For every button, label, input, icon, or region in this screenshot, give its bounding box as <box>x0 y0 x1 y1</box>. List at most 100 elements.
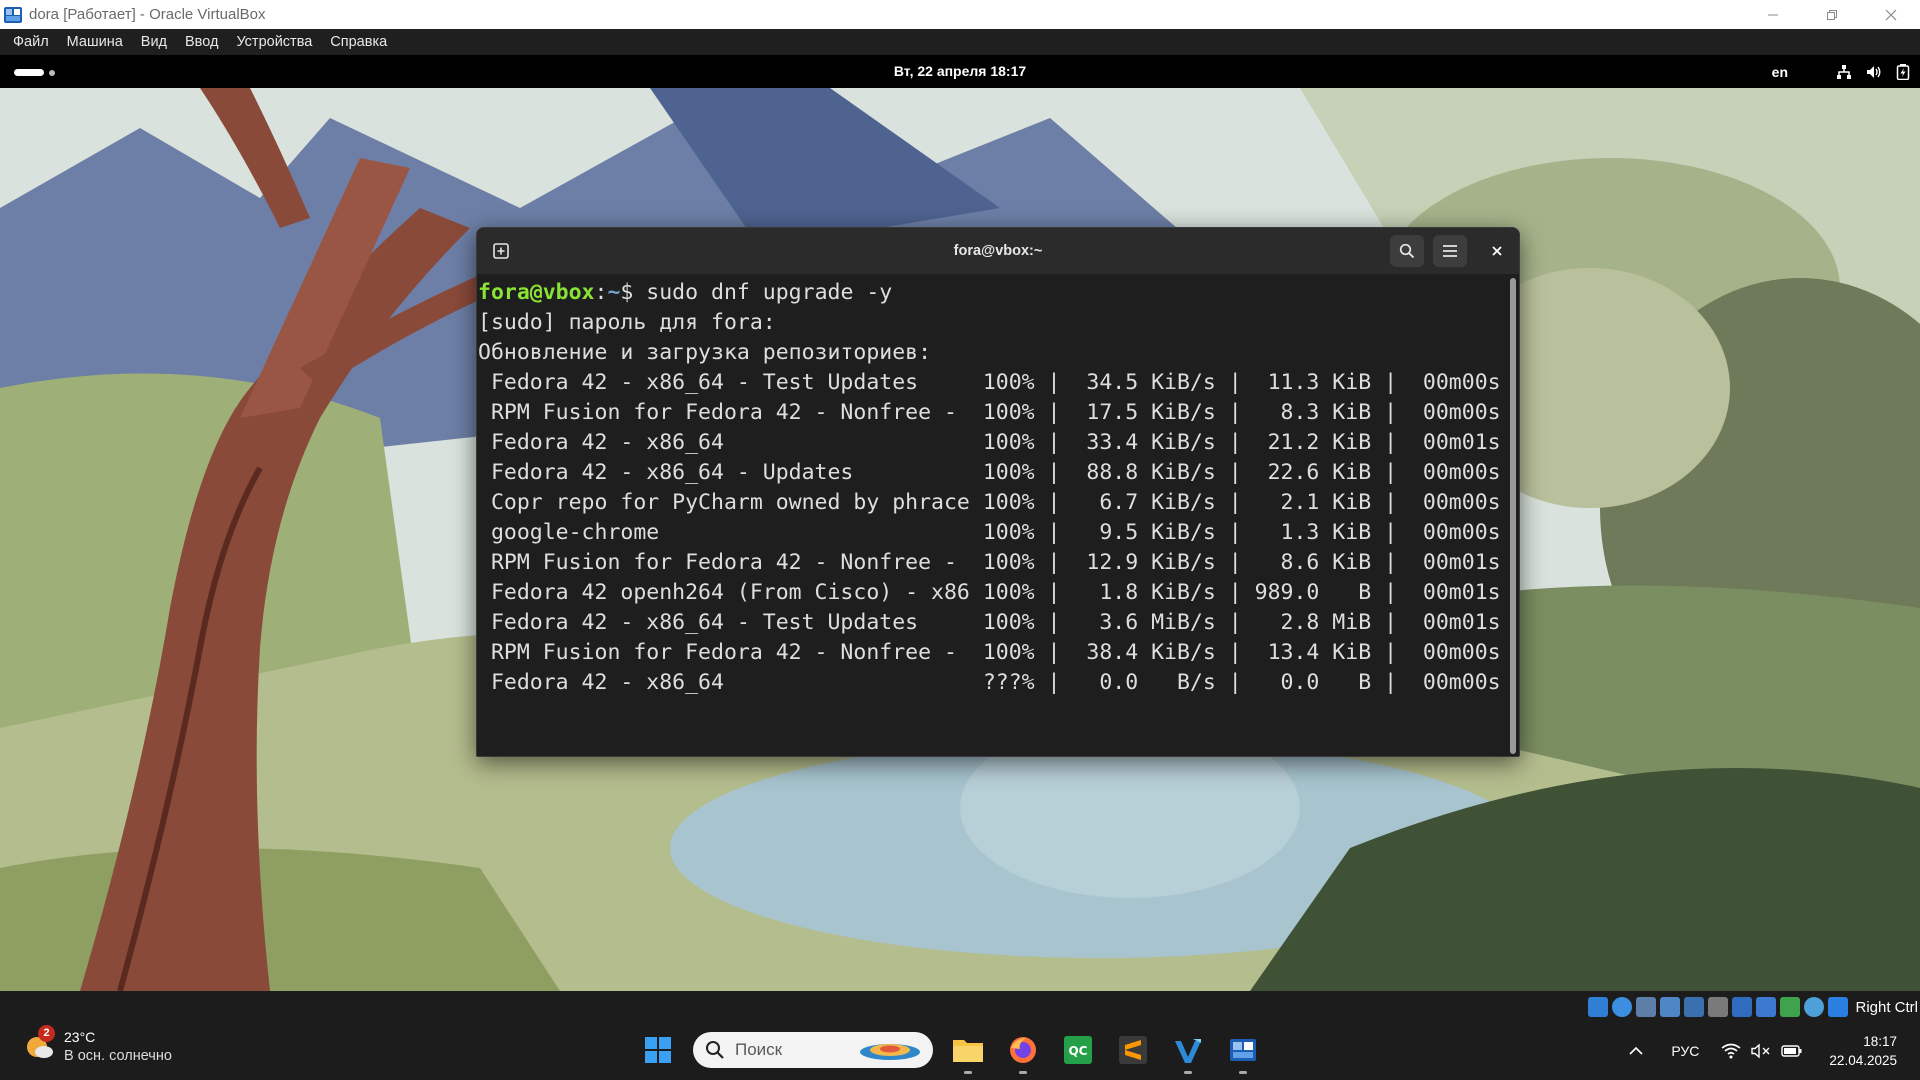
minimize-button[interactable] <box>1743 0 1802 29</box>
volume-icon <box>1867 65 1881 78</box>
prompt-user: fora@vbox <box>478 280 595 305</box>
close-button[interactable] <box>1861 0 1920 29</box>
network-adapter-icon[interactable] <box>1660 997 1681 1017</box>
recording-icon[interactable] <box>1756 997 1777 1017</box>
cpu-icon[interactable] <box>1804 997 1825 1017</box>
taskbar-firefox[interactable] <box>998 1029 1048 1074</box>
guest-display[interactable]: Вт, 22 апреля 18:17 en fora@vbox:~ fora@… <box>0 55 1920 991</box>
sublime-icon <box>1119 1036 1147 1064</box>
terminal-headerbar[interactable]: fora@vbox:~ <box>477 228 1519 274</box>
new-tab-button[interactable] <box>485 235 517 267</box>
volume-muted-icon <box>1751 1042 1770 1059</box>
virtualbox-icon <box>1230 1039 1256 1061</box>
menu-devices[interactable]: Устройства <box>227 34 321 50</box>
prompt-separator: : <box>594 280 608 305</box>
restore-button[interactable] <box>1802 0 1861 29</box>
repo-progress-line: google-chrome 100% | 9.5 KiB/s | 1.3 KiB… <box>478 520 1501 545</box>
taskbar-visual-studio[interactable] <box>1163 1029 1213 1074</box>
file-explorer-icon <box>953 1040 983 1062</box>
repo-progress-line: Fedora 42 - x86_64 ???% | 0.0 B/s | 0.0 … <box>478 670 1501 695</box>
menu-file[interactable]: Файл <box>4 34 58 50</box>
new-tab-icon <box>493 243 509 259</box>
chevron-up-icon <box>1629 1046 1643 1055</box>
audio-icon[interactable] <box>1636 997 1657 1017</box>
virtualbox-titlebar: dora [Работает] - Oracle VirtualBox <box>0 0 1920 29</box>
menu-machine[interactable]: Машина <box>58 34 132 50</box>
vbox-status-icons: Right Ctrl <box>1588 996 1920 1018</box>
start-icon <box>645 1037 671 1063</box>
menu-help[interactable]: Справка <box>321 34 396 50</box>
wifi-button[interactable] <box>1721 1043 1741 1059</box>
taskbar-virtualbox[interactable] <box>1218 1029 1268 1074</box>
display-icon[interactable] <box>1732 997 1753 1017</box>
firefox-icon <box>1010 1037 1036 1063</box>
repo-progress-line: RPM Fusion for Fedora 42 - Nonfree - 100… <box>478 400 1501 425</box>
volume-button[interactable] <box>1751 1042 1771 1059</box>
optical-drive-icon[interactable] <box>1612 997 1633 1017</box>
taskbar-date: 22.04.2025 <box>1829 1052 1897 1068</box>
wifi-icon <box>1721 1043 1741 1058</box>
qc-icon: QC <box>1064 1036 1092 1064</box>
terminal-output[interactable]: fora@vbox:~$ sudo dnf upgrade -y [sudo] п… <box>477 274 1509 698</box>
menu-view[interactable]: Вид <box>132 34 176 50</box>
taskbar-clock[interactable]: 18:17 22.04.2025 <box>1829 1032 1897 1070</box>
terminal-menu-button[interactable] <box>1433 235 1467 267</box>
running-indicator <box>1239 1071 1247 1074</box>
terminal-scrollbar[interactable] <box>1510 278 1516 754</box>
repo-progress-line: Fedora 42 openh264 (From Cisco) - x86 10… <box>478 580 1501 605</box>
running-indicator <box>1184 1071 1192 1074</box>
taskbar-qc-app[interactable]: QC <box>1053 1029 1103 1071</box>
prompt-symbol: $ <box>620 280 647 305</box>
battery-icon <box>1781 1044 1802 1057</box>
weather-widget[interactable]: 2 23°C В осн. солнечно <box>24 1024 172 1064</box>
virtualbox-statusbar: Right Ctrl <box>0 991 1920 1021</box>
shared-folders-icon[interactable] <box>1708 997 1729 1017</box>
window-controls <box>1743 0 1920 29</box>
hamburger-menu-icon <box>1443 245 1457 257</box>
taskbar-sublime[interactable] <box>1108 1029 1158 1071</box>
repo-progress-line: Fedora 42 - x86_64 - Updates 100% | 88.8… <box>478 460 1501 485</box>
taskbar-time: 18:17 <box>1863 1033 1897 1049</box>
hard-disk-icon[interactable] <box>1588 997 1609 1017</box>
output-line: Обновление и загрузка репозиториев: <box>478 340 932 365</box>
system-tray[interactable]: en <box>1772 55 1910 88</box>
keyboard-layout[interactable]: en <box>1772 64 1788 80</box>
weather-description: В осн. солнечно <box>64 1048 172 1064</box>
repo-progress-line: Fedora 42 - x86_64 - Test Updates 100% |… <box>478 610 1501 635</box>
restore-icon <box>1826 9 1837 20</box>
repo-progress-line: Copr repo for PyCharm owned by phrace 10… <box>478 490 1501 515</box>
search-placeholder: Поиск <box>735 1040 783 1059</box>
guest-additions-icon[interactable] <box>1780 997 1801 1017</box>
virtualbox-app-icon[interactable] <box>3 5 23 25</box>
gnome-topbar: Вт, 22 апреля 18:17 en <box>0 55 1920 88</box>
topbar-clock[interactable]: Вт, 22 апреля 18:17 <box>0 63 1920 79</box>
input-language[interactable]: РУС <box>1671 1043 1699 1059</box>
weather-badge: 2 <box>38 1024 55 1042</box>
output-line: [sudo] пароль для fora: <box>478 310 776 335</box>
repo-progress-line: Fedora 42 - x86_64 - Test Updates 100% |… <box>478 370 1501 395</box>
mouse-integration-icon[interactable] <box>1828 997 1849 1017</box>
tray-overflow-button[interactable] <box>1629 1043 1643 1059</box>
window-title: dora [Работает] - Oracle VirtualBox <box>29 6 266 23</box>
running-indicator <box>964 1071 972 1074</box>
terminal-window[interactable]: fora@vbox:~ fora@vbox:~$ sudo dnf upgrad… <box>476 227 1520 757</box>
host-key-label: Right Ctrl <box>1855 998 1918 1016</box>
svg-text:QC: QC <box>1068 1044 1087 1058</box>
usb-icon[interactable] <box>1684 997 1705 1017</box>
repo-progress-line: Fedora 42 - x86_64 100% | 33.4 KiB/s | 2… <box>478 430 1501 455</box>
search-icon <box>706 1041 724 1059</box>
terminal-close-button[interactable] <box>1485 239 1509 263</box>
command-text: sudo dnf upgrade -y <box>646 280 893 305</box>
minimize-icon <box>1767 14 1778 15</box>
battery-button[interactable] <box>1781 1043 1803 1059</box>
terminal-search-button[interactable] <box>1390 235 1424 267</box>
taskbar-file-explorer[interactable] <box>943 1029 993 1074</box>
taskbar-tray: РУС 18:17 22.04.2025 <box>1629 1021 1920 1080</box>
taskbar-search[interactable]: Поиск <box>693 1032 933 1068</box>
prompt-line: fora@vbox:~$ sudo dnf upgrade -y <box>478 278 1509 308</box>
weather-temperature: 23°C <box>64 1029 96 1045</box>
virtualbox-menubar: Файл Машина Вид Ввод Устройства Справка <box>0 29 1920 55</box>
battery-icon <box>1896 63 1910 80</box>
start-button[interactable] <box>633 1029 683 1071</box>
menu-input[interactable]: Ввод <box>176 34 227 50</box>
